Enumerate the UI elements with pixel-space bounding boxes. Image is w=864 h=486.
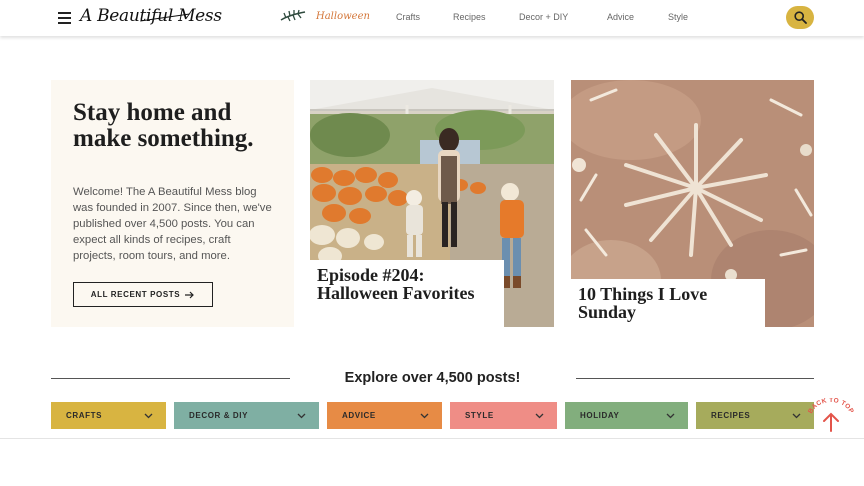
intro-heading: Stay home and make something.	[73, 99, 254, 152]
category-decor-diy[interactable]: DECOR & DIY	[174, 402, 319, 429]
main-nav: Halloween Crafts Recipes Decor + DIY Adv…	[0, 11, 864, 26]
divider-right	[576, 378, 814, 379]
chevron-down-icon	[666, 413, 675, 418]
intro-card: Stay home and make something. Welcome! T…	[51, 80, 294, 327]
divider-left	[51, 378, 290, 379]
chevron-down-icon	[297, 413, 306, 418]
chevron-down-icon	[535, 413, 544, 418]
category-label: STYLE	[465, 411, 494, 420]
category-holiday[interactable]: HOLIDAY	[565, 402, 688, 429]
chevron-down-icon	[420, 413, 429, 418]
nav-advice[interactable]: Advice	[607, 12, 634, 22]
nav-recipes[interactable]: Recipes	[453, 12, 486, 22]
category-advice[interactable]: ADVICE	[327, 402, 442, 429]
nav-halloween[interactable]: Halloween	[316, 11, 370, 22]
post-card-10-things[interactable]: 10 Things I Love Sunday	[571, 80, 814, 327]
nav-style[interactable]: Style	[668, 12, 688, 22]
back-to-top-button[interactable]: BACK TO TOP	[806, 398, 856, 434]
category-label: RECIPES	[711, 411, 751, 420]
chevron-down-icon	[144, 413, 153, 418]
site-header: A Beautiful Mess Halloween Crafts Recipe…	[0, 0, 864, 36]
category-label: CRAFTS	[66, 411, 103, 420]
section-divider	[0, 438, 864, 439]
nav-crafts[interactable]: Crafts	[396, 12, 420, 22]
category-label: ADVICE	[342, 411, 376, 420]
search-icon	[794, 11, 807, 24]
nav-decor-diy[interactable]: Decor + DIY	[519, 12, 568, 22]
svg-text:BACK TO TOP: BACK TO TOP	[807, 398, 855, 415]
chevron-down-icon	[792, 413, 801, 418]
category-recipes[interactable]: RECIPES	[696, 402, 814, 429]
category-label: DECOR & DIY	[189, 411, 249, 420]
post-card-episode-204[interactable]: Episode #204: Halloween Favorites	[310, 80, 554, 327]
post-title[interactable]: 10 Things I Love Sunday	[571, 279, 765, 327]
search-button[interactable]	[786, 6, 814, 29]
explore-heading: Explore over 4,500 posts!	[344, 370, 521, 386]
category-style[interactable]: STYLE	[450, 402, 557, 429]
category-crafts[interactable]: CRAFTS	[51, 402, 166, 429]
arrow-up-icon	[823, 412, 839, 432]
all-recent-posts-button[interactable]: ALL RECENT POSTS	[73, 282, 213, 307]
arrow-right-icon	[185, 291, 195, 298]
back-to-top-label: BACK TO TOP	[807, 398, 855, 415]
post-title[interactable]: Episode #204: Halloween Favorites	[310, 260, 504, 327]
intro-text: Welcome! The A Beautiful Mess blog was f…	[73, 186, 272, 262]
all-recent-posts-label: ALL RECENT POSTS	[90, 290, 181, 299]
category-label: HOLIDAY	[580, 411, 620, 420]
